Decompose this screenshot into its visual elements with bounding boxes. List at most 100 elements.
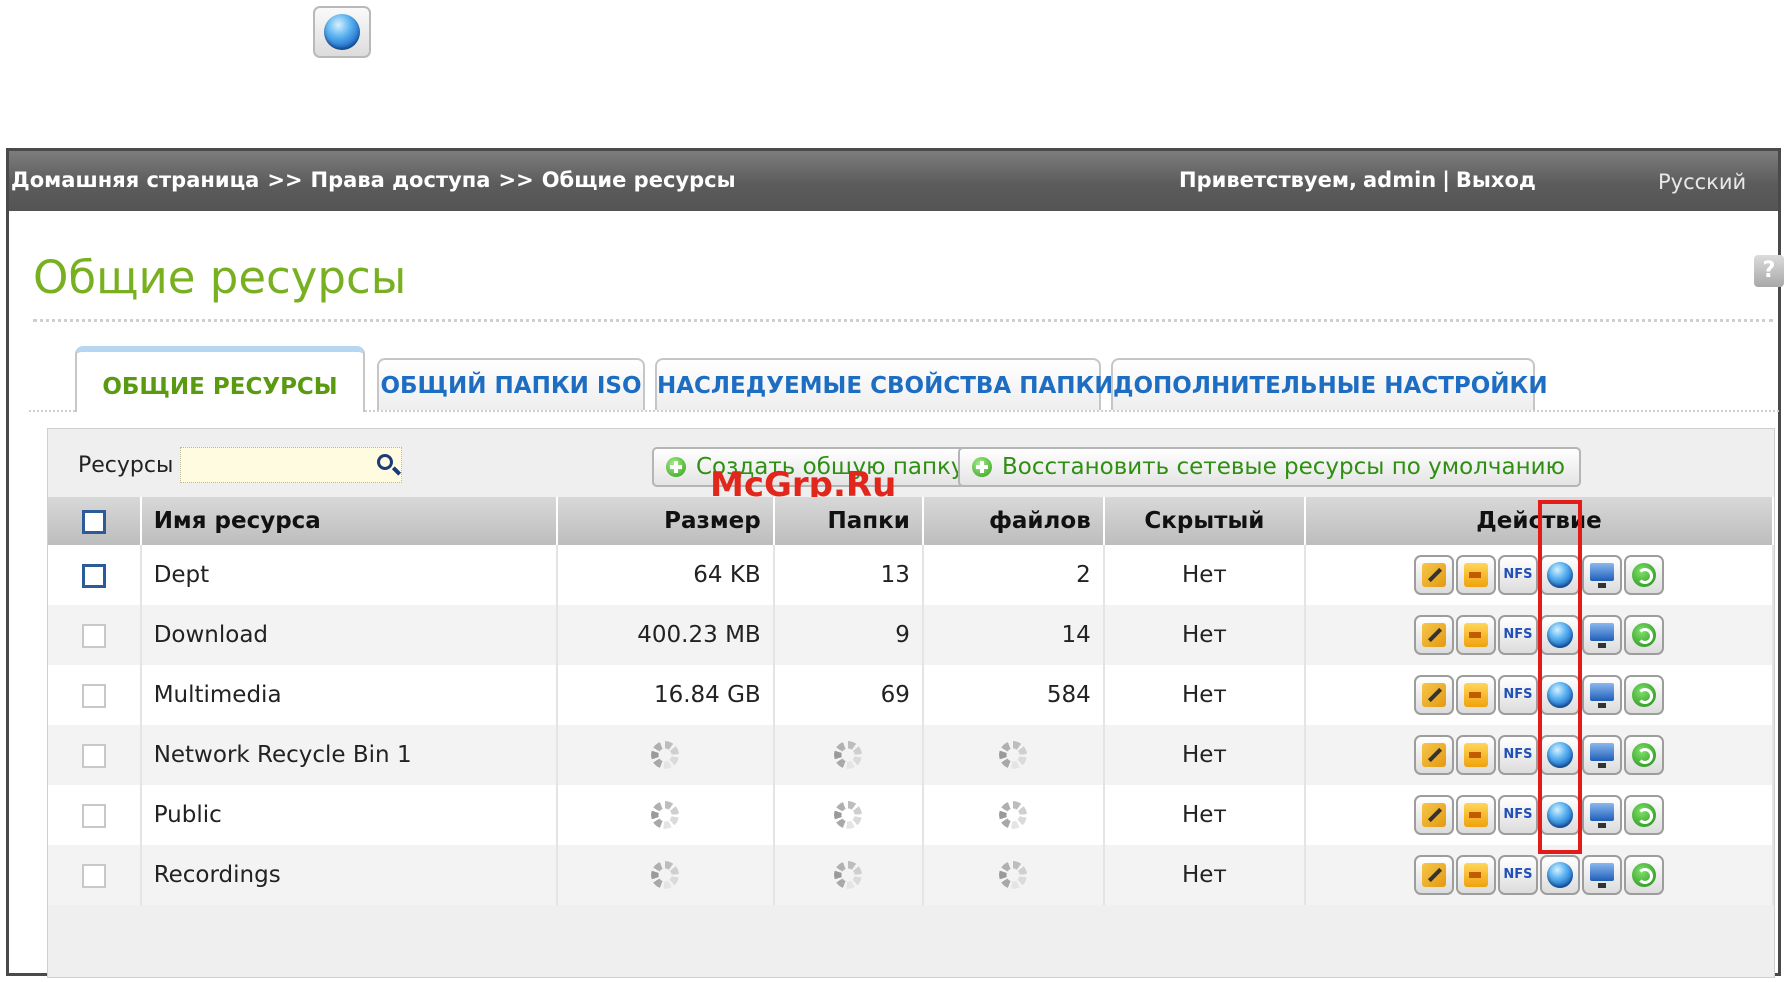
breadcrumb-separator: >>	[267, 168, 303, 192]
table-row[interactable]: Public Нет NFS	[48, 785, 1775, 845]
select-all-checkbox[interactable]	[81, 509, 106, 534]
web-access-icon[interactable]	[1539, 795, 1580, 835]
web-access-large-icon[interactable]	[313, 6, 371, 58]
row-checkbox[interactable]	[81, 803, 106, 828]
tab-shares[interactable]: ОБЩИЕ РЕСУРСЫ	[75, 346, 365, 412]
edit-icon-glyph	[1421, 563, 1446, 587]
share-size: 64 KB	[556, 545, 775, 605]
permissions-icon[interactable]	[1455, 795, 1496, 835]
web-access-icon[interactable]	[1539, 675, 1580, 715]
breadcrumb-home[interactable]: Домашняя страница	[11, 168, 259, 192]
row-checkbox[interactable]	[81, 863, 106, 888]
monitor-icon[interactable]	[1581, 855, 1622, 895]
web-access-icon[interactable]	[1539, 735, 1580, 775]
edit-icon[interactable]	[1413, 855, 1454, 895]
monitor-icon[interactable]	[1581, 735, 1622, 775]
row-checkbox[interactable]	[81, 623, 106, 648]
permissions-icon-glyph	[1463, 683, 1488, 707]
tab-advanced-settings[interactable]: ДОПОЛНИТЕЛЬНЫЕ НАСТРОЙКИ	[1111, 358, 1548, 410]
add-icon	[972, 457, 992, 477]
edit-icon[interactable]	[1413, 795, 1454, 835]
permissions-icon[interactable]	[1455, 675, 1496, 715]
col-folders[interactable]: Папки	[773, 497, 924, 545]
row-checkbox[interactable]	[81, 563, 106, 588]
loading-spinner-icon	[999, 741, 1028, 769]
help-icon[interactable]: ?	[1754, 255, 1784, 287]
logout-link[interactable]: Выход	[1456, 168, 1536, 192]
shares-table: Имя ресурса Размер Папки файлов Скрытый …	[48, 497, 1775, 905]
row-actions: NFS	[1304, 845, 1775, 905]
table-row[interactable]: Dept 64 KB 13 2 Нет NFS	[48, 545, 1775, 605]
permissions-icon[interactable]	[1455, 615, 1496, 655]
nfs-icon-glyph: NFS	[1503, 567, 1533, 582]
edit-icon[interactable]	[1413, 555, 1454, 595]
row-actions: NFS	[1304, 545, 1775, 605]
nfs-icon-glyph: NFS	[1503, 627, 1533, 642]
web-access-icon[interactable]	[1539, 555, 1580, 595]
share-hidden: Нет	[1103, 725, 1306, 785]
nfs-icon[interactable]: NFS	[1497, 735, 1538, 775]
table-row[interactable]: Multimedia 16.84 GB 69 584 Нет NFS	[48, 665, 1775, 725]
col-hidden[interactable]: Скрытый	[1103, 497, 1306, 545]
web-access-icon[interactable]	[1539, 855, 1580, 895]
tab-inherited-permissions[interactable]: НАСЛЕДУЕМЫЕ СВОЙСТВА ПАПКИ	[655, 358, 1114, 410]
refresh-icon[interactable]	[1623, 675, 1664, 715]
nfs-icon[interactable]: NFS	[1497, 855, 1538, 895]
refresh-icon-glyph	[1631, 803, 1656, 827]
share-files: 2	[922, 545, 1105, 605]
row-checkbox-cell	[48, 785, 142, 845]
nfs-icon[interactable]: NFS	[1497, 675, 1538, 715]
refresh-icon-glyph	[1631, 623, 1656, 647]
permissions-icon[interactable]	[1455, 555, 1496, 595]
share-hidden: Нет	[1103, 785, 1306, 845]
user-greeting: Приветствуем, admin | Выход	[1179, 168, 1542, 192]
permissions-icon[interactable]	[1455, 735, 1496, 775]
refresh-icon-glyph	[1631, 563, 1656, 587]
breadcrumb-access-rights[interactable]: Права доступа	[311, 168, 491, 192]
monitor-icon[interactable]	[1581, 555, 1622, 595]
permissions-icon-glyph	[1463, 803, 1488, 827]
welcome-text: Приветствуем,	[1179, 168, 1358, 192]
share-hidden: Нет	[1103, 605, 1306, 665]
loading-spinner-icon	[834, 741, 863, 769]
edit-icon[interactable]	[1413, 735, 1454, 775]
loading-spinner-icon	[651, 741, 680, 769]
refresh-icon[interactable]	[1623, 735, 1664, 775]
table-row[interactable]: Recordings Нет NFS	[48, 845, 1775, 905]
monitor-icon[interactable]	[1581, 795, 1622, 835]
edit-icon[interactable]	[1413, 675, 1454, 715]
col-name[interactable]: Имя ресурса	[140, 497, 558, 545]
monitor-icon-glyph	[1589, 803, 1614, 828]
share-files	[922, 725, 1105, 785]
row-checkbox[interactable]	[81, 683, 106, 708]
nfs-icon[interactable]: NFS	[1497, 615, 1538, 655]
language-select[interactable]: Русский	[1658, 170, 1746, 194]
nfs-icon[interactable]: NFS	[1497, 555, 1538, 595]
col-size[interactable]: Размер	[556, 497, 775, 545]
monitor-icon[interactable]	[1581, 615, 1622, 655]
table-row[interactable]: Download 400.23 MB 9 14 Нет NFS	[48, 605, 1775, 665]
permissions-icon[interactable]	[1455, 855, 1496, 895]
row-checkbox[interactable]	[81, 743, 106, 768]
refresh-icon[interactable]	[1623, 795, 1664, 835]
refresh-icon[interactable]	[1623, 555, 1664, 595]
divider-dotted	[33, 319, 1773, 322]
app-window: Домашняя страница >> Права доступа >> Общие …	[6, 148, 1784, 978]
refresh-icon[interactable]	[1623, 615, 1664, 655]
top-bar: Домашняя страница >> Права доступа >> Общие …	[9, 151, 1778, 211]
tab-iso-folders[interactable]: ОБЩИЙ ПАПКИ ISO	[377, 358, 645, 410]
search-input[interactable]	[180, 447, 402, 483]
monitor-icon[interactable]	[1581, 675, 1622, 715]
nfs-icon[interactable]: NFS	[1497, 795, 1538, 835]
add-icon	[666, 457, 686, 477]
col-files[interactable]: файлов	[922, 497, 1105, 545]
refresh-icon[interactable]	[1623, 855, 1664, 895]
search-icon[interactable]	[377, 454, 393, 470]
monitor-icon-glyph	[1589, 623, 1614, 648]
web-access-icon[interactable]	[1539, 615, 1580, 655]
breadcrumb-separator: >>	[498, 168, 534, 192]
edit-icon[interactable]	[1413, 615, 1454, 655]
restore-defaults-button[interactable]: Восстановить сетевые ресурсы по умолчани…	[958, 447, 1581, 487]
globe-icon	[1546, 622, 1573, 648]
table-row[interactable]: Network Recycle Bin 1 Нет NFS	[48, 725, 1775, 785]
